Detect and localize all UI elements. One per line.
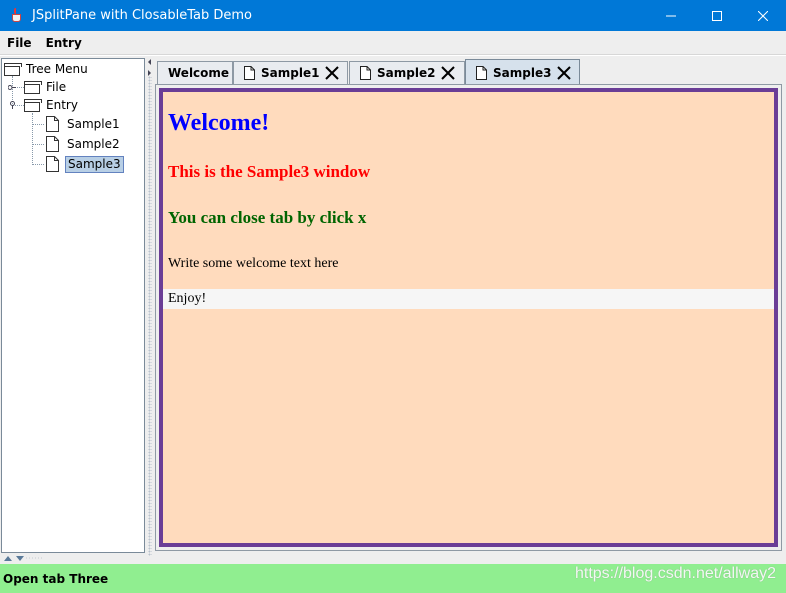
close-tab-icon[interactable] [325, 66, 340, 80]
enjoy-row [163, 289, 774, 309]
tree-root[interactable]: Tree Menu [4, 60, 90, 78]
expanded-toggle-icon[interactable] [8, 101, 16, 109]
welcome-content[interactable]: Welcome! This is the Sample3 window You … [159, 88, 778, 547]
tab-label: Sample2 [377, 66, 436, 80]
tab-label: Sample3 [493, 65, 552, 80]
tab-label: Sample1 [261, 66, 320, 80]
document-icon [360, 66, 371, 80]
tree-connector [32, 124, 44, 125]
document-icon [46, 116, 59, 132]
tree-item-label: Sample1 [67, 116, 120, 131]
tree-connector [32, 113, 33, 165]
tree-panel: Tree Menu File Entry Sample1 Sample2 Sam… [1, 58, 145, 553]
divider-grip [148, 76, 152, 556]
close-icon [758, 10, 768, 21]
tree-item-file[interactable]: File [24, 78, 68, 96]
folder-icon [24, 80, 42, 94]
content-line-2: You can close tab by click x [168, 208, 367, 227]
java-app-icon [9, 7, 25, 24]
tree-item-entry[interactable]: Entry [24, 96, 80, 114]
menu-bar: File Entry [0, 31, 786, 55]
window-title: JSplitPane with ClosableTab Demo [32, 8, 252, 23]
status-text: Open tab Three [3, 571, 109, 586]
tree-item-sample2[interactable]: Sample2 [46, 135, 122, 153]
document-icon [46, 136, 59, 152]
window-controls [648, 0, 786, 31]
collapsed-toggle-icon[interactable] [8, 83, 16, 91]
tree-item-label-selected: Sample3 [65, 155, 124, 173]
tree-connector [32, 164, 44, 165]
close-window-button[interactable] [740, 0, 786, 31]
minimize-button[interactable] [648, 0, 694, 31]
tab-sample2[interactable]: Sample2 [349, 61, 465, 84]
tab-sample1[interactable]: Sample1 [233, 61, 348, 84]
close-tab-icon[interactable] [441, 66, 456, 80]
document-icon [46, 156, 59, 172]
tab-welcome[interactable]: Welcome [157, 61, 233, 84]
split-divider[interactable] [146, 56, 154, 564]
tree-connector [32, 144, 44, 145]
minimize-icon [666, 15, 676, 16]
content-line-3: Write some welcome text here [168, 256, 339, 271]
maximize-icon [712, 10, 722, 21]
menu-file[interactable]: File [0, 36, 39, 50]
content-heading: Welcome! [168, 110, 270, 136]
document-icon [476, 65, 487, 80]
tree-item-label: File [46, 79, 67, 94]
tabbed-pane: Welcome Sample1 Sample2 Sample3 Welcome!… [155, 58, 783, 553]
folder-open-icon [24, 98, 42, 112]
content-line-1: This is the Sample3 window [168, 162, 371, 181]
content-line-4: Enjoy! [168, 291, 207, 306]
tree-item-sample3[interactable]: Sample3 [46, 155, 124, 173]
divider-collapse-arrows-icon[interactable] [2, 554, 42, 562]
tab-content-frame: Welcome! This is the Sample3 window You … [155, 84, 782, 551]
tree-item-label: Sample2 [67, 136, 120, 151]
tab-sample3[interactable]: Sample3 [465, 59, 580, 85]
close-tab-icon[interactable] [557, 65, 572, 80]
folder-open-icon [4, 62, 22, 76]
tree-item-sample1[interactable]: Sample1 [46, 115, 122, 133]
maximize-button[interactable] [694, 0, 740, 31]
title-bar: JSplitPane with ClosableTab Demo [0, 0, 786, 31]
tab-label: Welcome [168, 66, 230, 80]
divider-arrows-icon[interactable] [147, 58, 153, 78]
split-pane: Tree Menu File Entry Sample1 Sample2 Sam… [0, 56, 786, 564]
document-icon [244, 66, 255, 80]
tree-root-label: Tree Menu [26, 61, 88, 76]
menu-entry[interactable]: Entry [39, 36, 89, 50]
watermark: https://blog.csdn.net/allway2 [574, 565, 776, 582]
tree-item-label: Entry [46, 97, 78, 112]
